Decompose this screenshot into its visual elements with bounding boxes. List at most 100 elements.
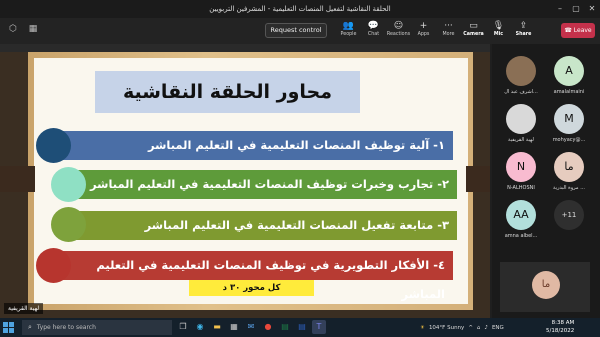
reactions-icon: ☺: [393, 21, 404, 31]
teams-icon[interactable]: T: [312, 320, 326, 334]
toolbar-more-button[interactable]: ··· More: [436, 20, 461, 37]
taskbar-search[interactable]: ⌕ Type here to search: [22, 320, 172, 335]
leave-button[interactable]: ☎ Leave: [561, 23, 595, 38]
participant-name: N-ALHOSNI: [507, 185, 535, 191]
time-note: كل محور ٣٠ د: [189, 280, 314, 296]
toolbar-chat-button[interactable]: 💬 Chat: [361, 20, 386, 37]
tray-chevron-icon[interactable]: ^: [468, 325, 473, 331]
weather-text[interactable]: 104°F Sunny: [429, 325, 464, 331]
slide-item-2: ٢- تجارب وخبرات توظيف المنصات التعليمية …: [72, 170, 457, 199]
participant-name: لهية القريفية: [508, 137, 534, 143]
participant-name: mohyacy@...: [552, 137, 586, 143]
participant-name: مروة البدرية ...: [553, 185, 585, 191]
chat-icon: 💬: [367, 21, 380, 31]
clock[interactable]: 8:38 AM 5/18/2022: [546, 319, 574, 335]
language-indicator[interactable]: ENG: [492, 325, 504, 331]
slide-item-3: ٣- متابعة تفعيل المنصات التعليمية في الت…: [72, 211, 457, 240]
close-icon[interactable]: ✕: [584, 0, 600, 18]
slide-title: محاور الحلقة النقاشية: [95, 71, 360, 113]
teams-meeting-window: الحلقة النقاشية لتفعيل المنصات التعليمية…: [0, 0, 600, 337]
clock-date: 5/18/2022: [546, 328, 575, 334]
network-icon[interactable]: ⌂: [477, 325, 481, 331]
participant-tile[interactable]: N N-ALHOSNI: [498, 152, 544, 196]
toolbar-camera-button[interactable]: ▭ Camera: [461, 20, 486, 37]
minimize-icon[interactable]: –: [552, 0, 568, 18]
mail-icon[interactable]: ✉: [244, 320, 258, 334]
toolbar-people-button[interactable]: 👥 People: [336, 20, 361, 37]
maximize-icon[interactable]: ▢: [568, 0, 584, 18]
slide-item-1: ١- آلية توظيف المنصات التعليمية في التعل…: [56, 131, 453, 160]
toolbar-label: Camera: [463, 32, 484, 37]
more-icon: ···: [444, 21, 453, 31]
store-icon[interactable]: ▦: [227, 320, 241, 334]
slide-decor-left: [0, 166, 35, 192]
participant-avatar: [506, 56, 536, 86]
window-title: الحلقة النقاشية لتفعيل المنصات التعليمية…: [209, 5, 391, 13]
participant-name: amalalmaini: [553, 89, 585, 95]
bullet-circle-3: [51, 207, 86, 242]
presenter-name-tag: لهية القريفية: [4, 303, 44, 314]
chrome-icon[interactable]: ●: [261, 320, 275, 334]
participant-avatar: N: [506, 152, 536, 182]
request-control-button[interactable]: Request control: [265, 23, 327, 38]
slide-item-4: ٤- الأفكار التطويرية في توظيف المنصات ال…: [56, 251, 453, 301]
toolbar-left: ⬡ ▦: [6, 22, 40, 36]
search-placeholder: Type here to search: [36, 324, 96, 331]
participant-tile[interactable]: Aamalalmaini: [546, 56, 592, 100]
participant-avatar: A: [554, 56, 584, 86]
participant-name: amna albel...: [504, 233, 538, 239]
toolbar-label: More: [442, 32, 455, 37]
layout-icon[interactable]: ▦: [26, 22, 40, 36]
title-bar: الحلقة النقاشية لتفعيل المنصات التعليمية…: [0, 0, 600, 18]
shield-icon[interactable]: ⬡: [6, 22, 20, 36]
toolbar-label: Apps: [417, 32, 430, 37]
edge-icon[interactable]: ◉: [193, 320, 207, 334]
weather-icon: ☀: [420, 324, 425, 331]
toolbar-reactions-button[interactable]: ☺ Reactions: [386, 20, 411, 37]
system-tray: ☀ 104°F Sunny ^ ⌂ ♪ ENG: [420, 320, 504, 335]
toolbar-label: Mic: [493, 32, 504, 37]
word-icon[interactable]: ▤: [295, 320, 309, 334]
participant-tile[interactable]: لهية القريفية: [498, 104, 544, 148]
toolbar-label: Reactions: [386, 32, 411, 37]
bullet-circle-2: [51, 167, 86, 202]
toolbar-label: Chat: [367, 32, 380, 37]
window-controls: – ▢ ✕: [552, 0, 600, 18]
clock-time: 8:38 AM: [551, 320, 575, 326]
meeting-toolbar: ⬡ ▦ Request control 👥 People 💬 Chat ☺ Reactio…: [0, 18, 600, 44]
toolbar-buttons: 👥 People 💬 Chat ☺ Reactions + Apps ··· More ▭ Camer…: [336, 20, 536, 37]
toolbar-share-button[interactable]: ⇪ Share: [511, 20, 536, 37]
participant-avatar: +11: [554, 200, 584, 230]
excel-icon[interactable]: ▤: [278, 320, 292, 334]
participant-avatar: ما: [554, 152, 584, 182]
self-avatar: ما: [532, 271, 560, 299]
more-participants-button[interactable]: +11: [546, 200, 592, 244]
participant-tile[interactable]: أشرف عبد ال...: [498, 56, 544, 100]
windows-start-icon[interactable]: [3, 322, 14, 333]
apps-icon: +: [419, 21, 428, 31]
participant-avatar: M: [554, 104, 584, 134]
volume-icon[interactable]: ♪: [484, 325, 488, 331]
people-icon: 👥: [342, 21, 355, 31]
toolbar-mic-button[interactable]: 🎙 Mic: [486, 20, 511, 37]
toolbar-label: People: [340, 32, 357, 37]
bullet-circle-4: [36, 248, 71, 283]
slide-decor-right: [466, 166, 490, 192]
toolbar-apps-button[interactable]: + Apps: [411, 20, 436, 37]
task-view-icon[interactable]: ❐: [176, 320, 190, 334]
participant-tile[interactable]: Mmohyacy@...: [546, 104, 592, 148]
participant-name: أشرف عبد ال...: [504, 89, 538, 95]
share-icon: ⇪: [519, 21, 528, 31]
participant-avatar: AA: [506, 200, 536, 230]
taskbar: ⌕ Type here to search ❐ ◉ ▬ ▦ ✉ ● ▤ ▤ T …: [0, 318, 600, 337]
taskbar-apps: ❐ ◉ ▬ ▦ ✉ ● ▤ ▤ T: [176, 320, 326, 334]
leave-label: Leave: [573, 27, 592, 34]
phone-icon: ☎: [564, 27, 574, 34]
participant-avatar: [506, 104, 536, 134]
participant-tile[interactable]: AA amna albel...: [498, 200, 544, 244]
bullet-circle-1: [36, 128, 71, 163]
file-explorer-icon[interactable]: ▬: [210, 320, 224, 334]
camera-icon: ▭: [469, 21, 478, 31]
search-icon: ⌕: [28, 323, 32, 331]
participant-tile[interactable]: ما مروة البدرية ...: [546, 152, 592, 196]
